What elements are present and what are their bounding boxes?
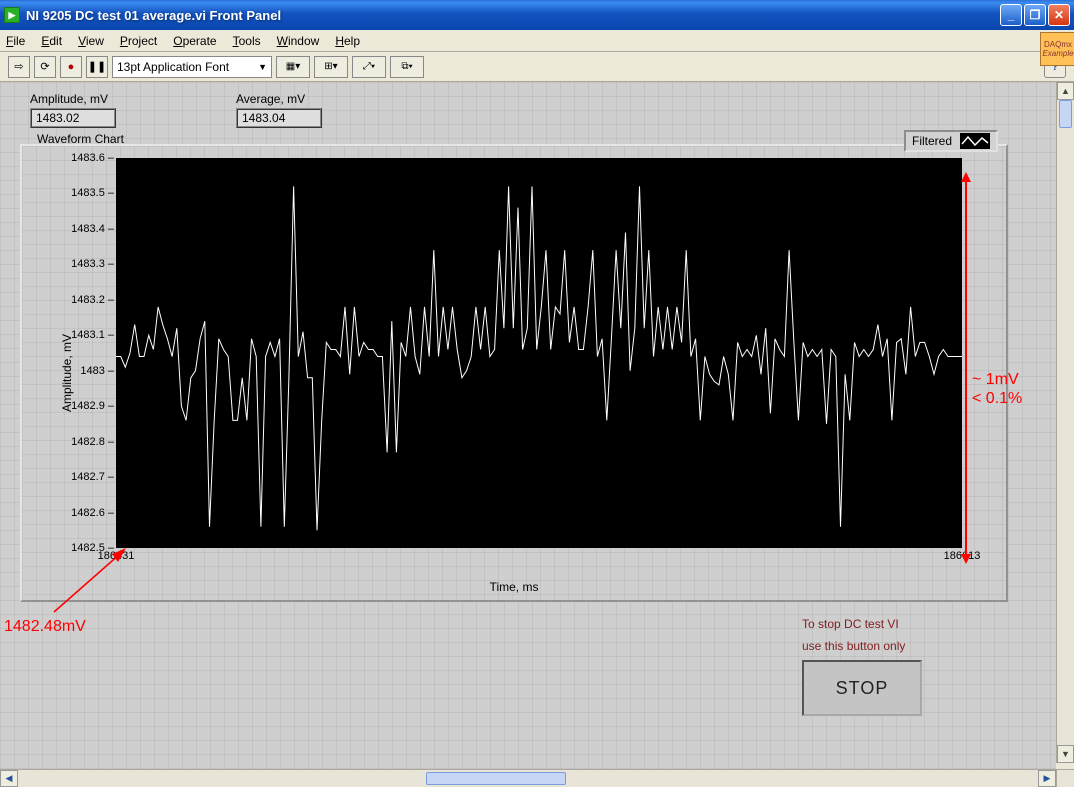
resize-button[interactable]: ⤢▾ bbox=[352, 56, 386, 78]
menubar: File Edit View Project Operate Tools Win… bbox=[0, 30, 1074, 52]
close-button[interactable]: ✕ bbox=[1048, 4, 1070, 26]
annotation-range-line1: ~ 1mV bbox=[972, 371, 1019, 388]
y-tick: 1483.5 – bbox=[68, 187, 114, 199]
y-tick: 1483 – bbox=[68, 365, 114, 377]
scrollbar-corner bbox=[1056, 769, 1074, 787]
run-button[interactable]: ⇨ bbox=[8, 56, 30, 78]
legend-swatch bbox=[960, 133, 990, 149]
y-tick: 1482.9 – bbox=[68, 400, 114, 412]
badge-bot: Example bbox=[1042, 49, 1073, 58]
y-tick: 1482.7 – bbox=[68, 471, 114, 483]
y-axis-ticks: 1483.6 –1483.5 –1483.4 –1483.3 –1483.2 –… bbox=[68, 158, 114, 548]
menu-project[interactable]: Project bbox=[120, 34, 157, 48]
minimize-button[interactable]: _ bbox=[1000, 4, 1022, 26]
front-panel: Amplitude, mV 1483.02 Average, mV 1483.0… bbox=[0, 82, 1056, 769]
stop-note-2: use this button only bbox=[802, 639, 932, 655]
average-value: 1483.04 bbox=[236, 108, 322, 128]
menu-help[interactable]: Help bbox=[335, 34, 360, 48]
x-axis-label: Time, ms bbox=[490, 580, 539, 594]
waveform-chart: Waveform Chart Filtered Amplitude, mV 14… bbox=[20, 144, 1008, 602]
menu-edit[interactable]: Edit bbox=[41, 34, 62, 48]
hscroll-thumb[interactable] bbox=[426, 772, 566, 785]
maximize-button[interactable]: ❐ bbox=[1024, 4, 1046, 26]
chart-title: Waveform Chart bbox=[37, 132, 124, 146]
y-tick: 1482.6 – bbox=[68, 507, 114, 519]
menu-window[interactable]: Window bbox=[277, 34, 320, 48]
y-tick: 1482.8 – bbox=[68, 436, 114, 448]
font-selector-value: 13pt Application Font bbox=[117, 60, 229, 74]
y-tick: 1483.1 – bbox=[68, 329, 114, 341]
menu-file[interactable]: File bbox=[6, 34, 25, 48]
y-tick: 1483.4 – bbox=[68, 223, 114, 235]
plot-area[interactable] bbox=[116, 158, 962, 548]
scroll-right-icon[interactable]: ▶ bbox=[1038, 770, 1056, 787]
amplitude-value: 1483.02 bbox=[30, 108, 116, 128]
menu-tools[interactable]: Tools bbox=[233, 34, 261, 48]
distribute-button[interactable]: ⊞▾ bbox=[314, 56, 348, 78]
average-label: Average, mV bbox=[236, 92, 322, 106]
annotation-range: ~ 1mV < 0.1% bbox=[972, 370, 1022, 408]
reorder-button[interactable]: ⧉▾ bbox=[390, 56, 424, 78]
stop-button[interactable]: STOP bbox=[802, 660, 922, 716]
chart-legend[interactable]: Filtered bbox=[904, 130, 998, 152]
annotation-value: 1482.48mV bbox=[4, 618, 86, 636]
menu-operate[interactable]: Operate bbox=[173, 34, 216, 48]
align-button[interactable]: ▦▾ bbox=[276, 56, 310, 78]
scroll-left-icon[interactable]: ◀ bbox=[0, 770, 18, 787]
run-continuous-button[interactable]: ⟳ bbox=[34, 56, 56, 78]
window-title: NI 9205 DC test 01 average.vi Front Pane… bbox=[26, 8, 1000, 23]
badge-top: DAQmx bbox=[1044, 40, 1072, 49]
font-selector[interactable]: 13pt Application Font ▼ bbox=[112, 56, 272, 78]
pause-button[interactable]: ❚❚ bbox=[86, 56, 108, 78]
scroll-down-icon[interactable]: ▼ bbox=[1057, 745, 1074, 763]
daqmx-badge[interactable]: DAQmx Example bbox=[1040, 32, 1074, 66]
average-field-group: Average, mV 1483.04 bbox=[236, 92, 322, 128]
x-tick-start: 186431 bbox=[98, 550, 135, 562]
stop-note-1: To stop DC test VI bbox=[802, 617, 932, 633]
chevron-down-icon: ▼ bbox=[258, 62, 267, 72]
waveform-line bbox=[116, 158, 962, 548]
toolbar: ⇨ ⟳ ● ❚❚ 13pt Application Font ▼ ▦▾ ⊞▾ ⤢… bbox=[0, 52, 1074, 82]
x-tick-end: 186613 bbox=[944, 550, 981, 562]
scroll-up-icon[interactable]: ▲ bbox=[1057, 82, 1074, 100]
vertical-scrollbar[interactable]: ▲ ▼ bbox=[1056, 82, 1074, 763]
horizontal-scrollbar[interactable]: ◀ ▶ bbox=[0, 769, 1056, 787]
amplitude-field-group: Amplitude, mV 1483.02 bbox=[30, 92, 116, 128]
stop-group: To stop DC test VI use this button only … bbox=[802, 617, 932, 716]
annotation-range-line2: < 0.1% bbox=[972, 390, 1022, 407]
scroll-thumb[interactable] bbox=[1059, 100, 1072, 128]
y-tick: 1483.2 – bbox=[68, 294, 114, 306]
abort-button[interactable]: ● bbox=[60, 56, 82, 78]
labview-icon: ▶ bbox=[4, 7, 20, 23]
amplitude-label: Amplitude, mV bbox=[30, 92, 116, 106]
legend-label: Filtered bbox=[912, 134, 952, 148]
titlebar: ▶ NI 9205 DC test 01 average.vi Front Pa… bbox=[0, 0, 1074, 30]
menu-view[interactable]: View bbox=[78, 34, 104, 48]
y-tick: 1483.6 – bbox=[68, 152, 114, 164]
y-tick: 1483.3 – bbox=[68, 258, 114, 270]
